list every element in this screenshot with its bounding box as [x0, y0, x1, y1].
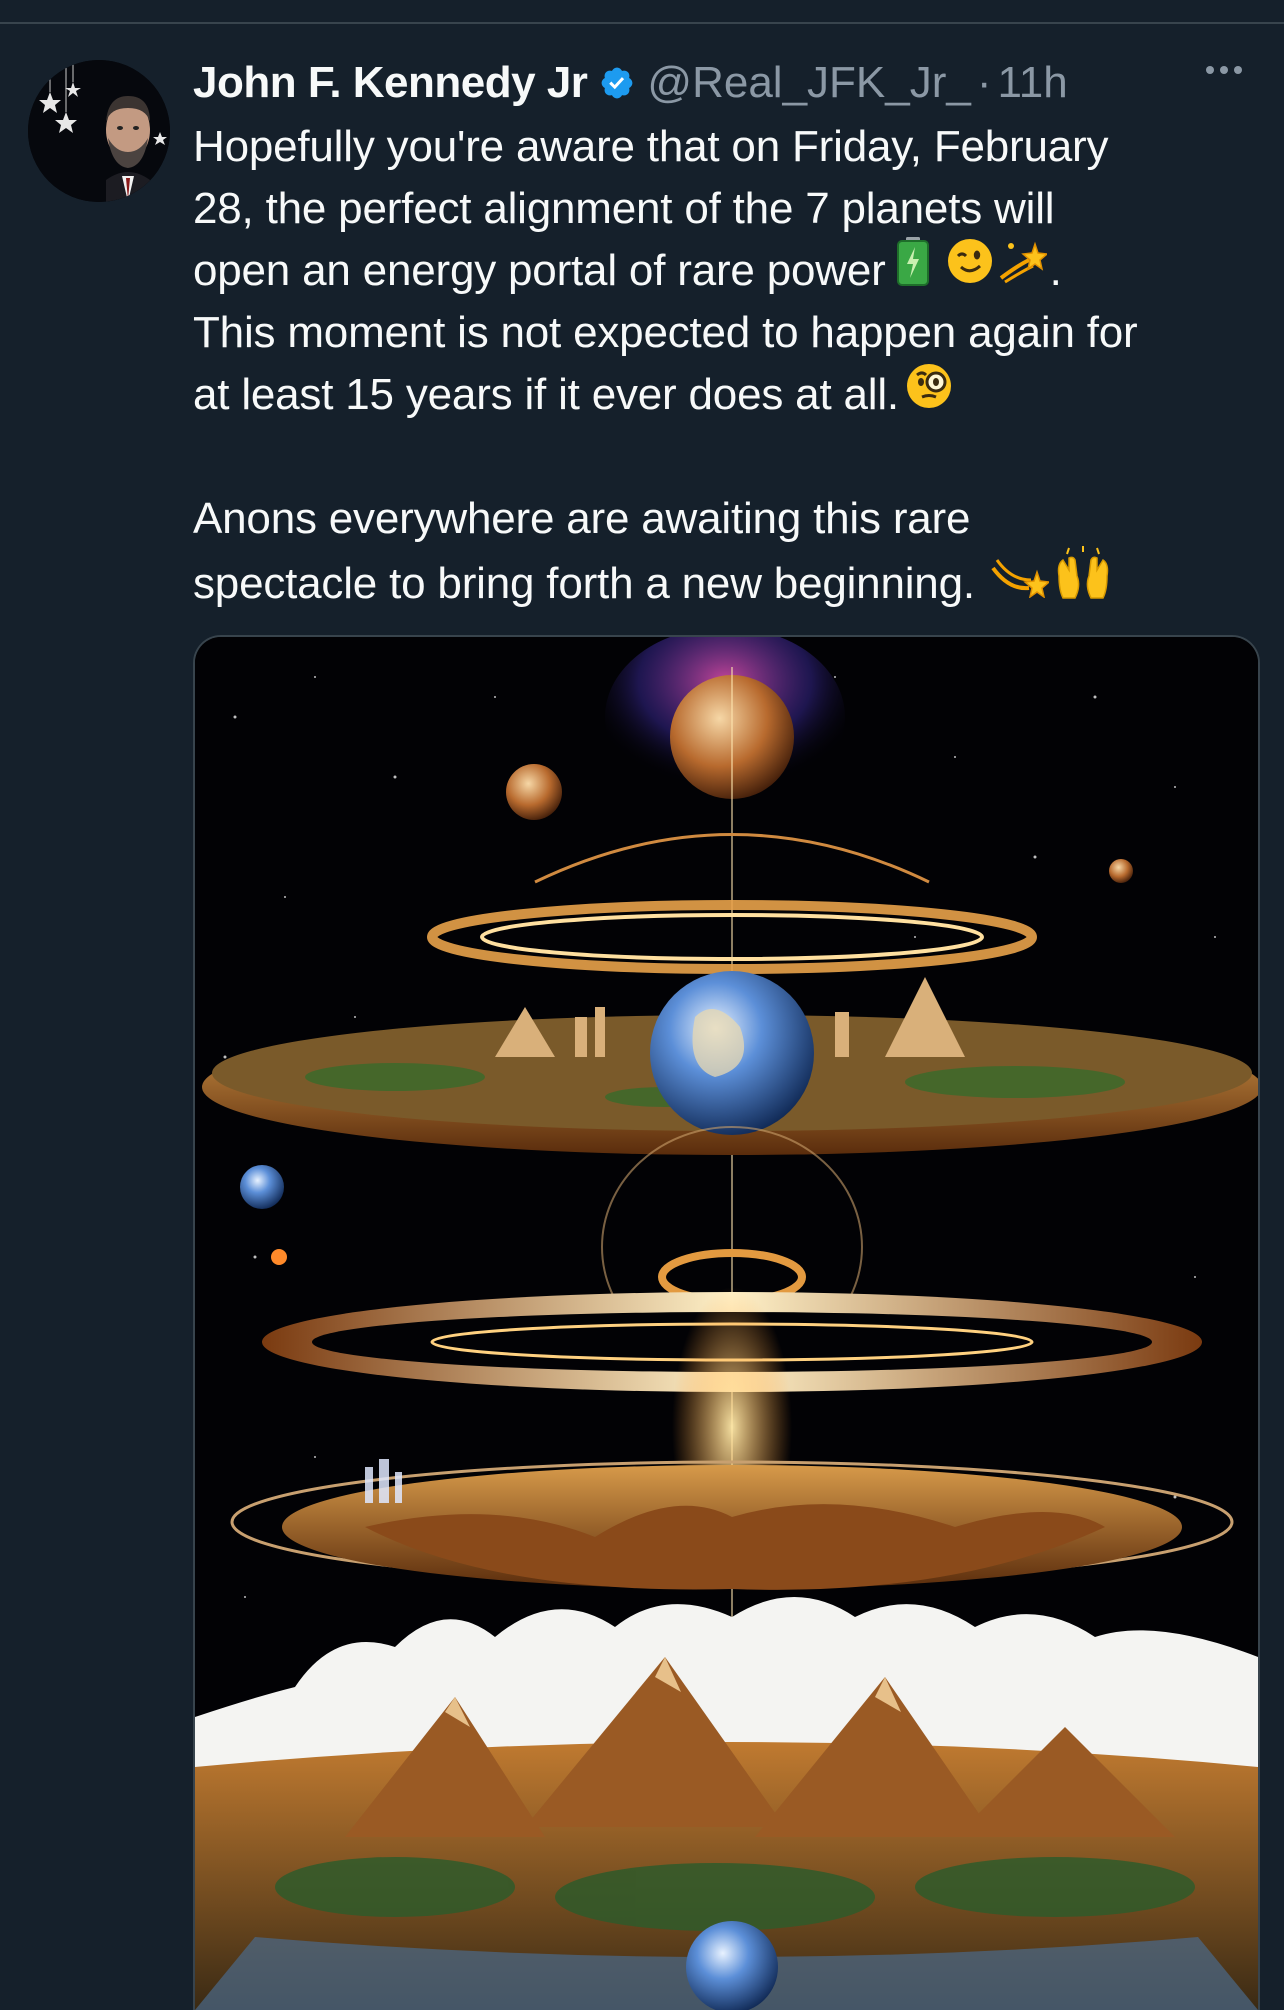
dizzy-emoji-icon — [999, 238, 1049, 301]
tweet-line: at least 15 years if it ever does at all… — [193, 361, 1253, 426]
display-name[interactable]: John F. Kennedy Jr — [193, 58, 588, 108]
face-with-monocle-emoji-icon — [905, 361, 953, 426]
tweet-line-text: spectacle to bring forth a new beginning… — [193, 559, 975, 609]
tweet-media-image[interactable] — [193, 635, 1260, 2010]
tweet-line-text: open an energy portal of rare power — [193, 246, 886, 296]
top-divider — [0, 22, 1284, 24]
dizzy-emoji-icon — [989, 550, 1051, 615]
separator-dot: · — [976, 58, 992, 107]
tweet-line: This moment is not expected to happen ag… — [193, 308, 1138, 357]
tweet-line: Anons everywhere are awaiting this rare — [193, 494, 971, 543]
cosmic-illustration-icon — [195, 637, 1258, 2010]
tweet-header: John F. Kennedy Jr @Real_JFK_Jr_ · 11h — [193, 52, 1253, 114]
tweet-line: open an energy portal of rare power. — [193, 237, 1253, 302]
tweet-line: spectacle to bring forth a new beginning… — [193, 546, 1253, 615]
tweet-line-text: at least 15 years if it ever does at all… — [193, 370, 899, 419]
more-options-icon[interactable] — [1206, 66, 1242, 74]
verified-badge-icon — [599, 65, 635, 101]
avatar[interactable] — [28, 60, 170, 202]
tweet-text: Hopefully you're aware that on Friday, F… — [193, 116, 1253, 612]
tweet-line-end: . — [1049, 246, 1062, 296]
tweet: John F. Kennedy Jr @Real_JFK_Jr_ · 11h H… — [193, 52, 1253, 612]
user-handle[interactable]: @Real_JFK_Jr_ — [647, 58, 970, 108]
timestamp[interactable]: 11h — [998, 58, 1068, 108]
winking-face-emoji-icon — [947, 238, 993, 301]
tweet-line: Hopefully you're aware that on Friday, F… — [193, 122, 1109, 171]
raising-hands-emoji-icon — [1055, 546, 1111, 619]
tweet-line: 28, the perfect alignment of the 7 plane… — [193, 184, 1055, 233]
battery-emoji-icon — [896, 236, 930, 303]
